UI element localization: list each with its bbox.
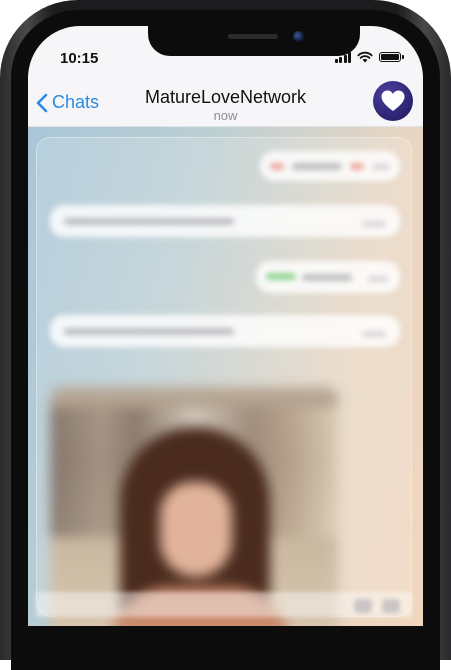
volume-down-button (0, 265, 2, 320)
chat-area (28, 127, 423, 626)
notch (148, 26, 360, 56)
avatar[interactable] (373, 81, 413, 121)
chat-header: Chats MatureLoveNetwork now (28, 76, 423, 127)
chevron-left-icon (36, 93, 48, 112)
message-bubble (50, 315, 400, 347)
volume-up-button (0, 195, 2, 250)
back-label: Chats (52, 92, 100, 112)
photo-message[interactable] (50, 387, 338, 626)
message-bubble (50, 205, 400, 237)
back-button[interactable]: Chats (36, 92, 99, 113)
chat-title: MatureLoveNetwork (144, 87, 307, 107)
front-camera (293, 31, 304, 42)
heart-icon (381, 90, 405, 111)
message-bubble (260, 151, 400, 181)
status-time: 10:15 (60, 50, 99, 67)
mute-switch (0, 140, 2, 170)
chat-status: now (213, 108, 238, 123)
message-bubble (256, 261, 400, 293)
phone-screen: 10:15 Chats MatureLoveNetwork now (28, 26, 423, 626)
wifi-icon (357, 51, 373, 63)
speaker-grille (228, 34, 278, 39)
battery-icon (379, 52, 404, 62)
chat-preview-card (36, 137, 412, 626)
